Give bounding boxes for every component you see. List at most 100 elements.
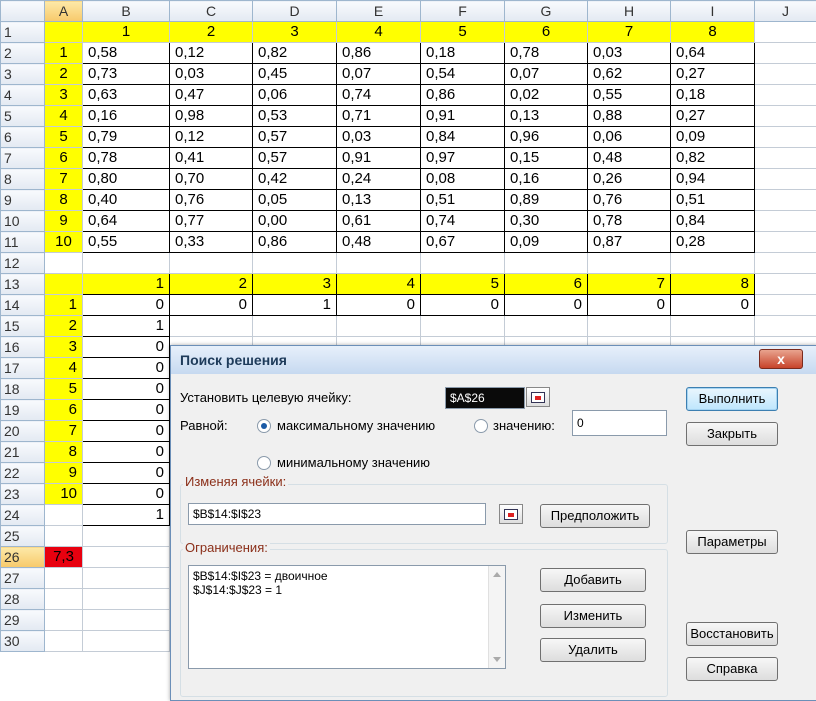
cell[interactable]: 7	[588, 274, 671, 295]
cell[interactable]: 8	[671, 22, 755, 43]
cell[interactable]: 6	[505, 274, 588, 295]
reset-button[interactable]: Восстановить	[686, 622, 778, 646]
cell[interactable]: 0,16	[83, 106, 170, 127]
cell[interactable]: 0,77	[170, 211, 253, 232]
row-header[interactable]: 9	[1, 190, 45, 211]
cell[interactable]	[588, 316, 671, 337]
cell[interactable]: 3	[45, 85, 83, 106]
cell[interactable]: 0,06	[253, 85, 337, 106]
cell[interactable]: 0,41	[170, 148, 253, 169]
row-header[interactable]: 24	[1, 505, 45, 526]
row-header[interactable]: 30	[1, 631, 45, 652]
cell[interactable]: 0,80	[83, 169, 170, 190]
cell[interactable]	[755, 274, 816, 295]
row-header[interactable]: 16	[1, 337, 45, 358]
cell[interactable]: 0,30	[505, 211, 588, 232]
max-radio[interactable]	[257, 419, 271, 433]
cell[interactable]: 0	[337, 295, 421, 316]
cell[interactable]: 8	[671, 274, 755, 295]
cell[interactable]: 0,27	[671, 106, 755, 127]
cell[interactable]: 5	[421, 22, 505, 43]
cell[interactable]: 0,73	[83, 64, 170, 85]
cell[interactable]	[588, 253, 671, 274]
cell[interactable]: 0	[83, 421, 170, 442]
row-header[interactable]: 18	[1, 379, 45, 400]
cell[interactable]: 8	[45, 190, 83, 211]
row-header[interactable]: 2	[1, 43, 45, 64]
constraint-item[interactable]: $J$14:$J$23 = 1	[193, 583, 501, 597]
row-header[interactable]: 10	[1, 211, 45, 232]
params-button[interactable]: Параметры	[686, 530, 778, 554]
cell[interactable]: 2	[170, 22, 253, 43]
row-header[interactable]: 28	[1, 589, 45, 610]
cell[interactable]: 0,18	[671, 85, 755, 106]
cell[interactable]: 0,15	[505, 148, 588, 169]
row-header[interactable]: 14	[1, 295, 45, 316]
cell[interactable]: 1	[253, 295, 337, 316]
cell[interactable]: 0,05	[253, 190, 337, 211]
scroll-up-icon[interactable]	[493, 572, 501, 577]
cell[interactable]	[83, 589, 170, 610]
cell[interactable]	[170, 253, 253, 274]
min-radio[interactable]	[257, 456, 271, 470]
scroll-down-icon[interactable]	[493, 657, 501, 662]
cell[interactable]	[83, 526, 170, 547]
constraints-list[interactable]: $B$14:$I$23 = двоичное $J$14:$J$23 = 1	[188, 565, 506, 669]
cell[interactable]: 0,91	[421, 106, 505, 127]
cell[interactable]: 0,54	[421, 64, 505, 85]
cell[interactable]: 0,55	[83, 232, 170, 253]
cell[interactable]: 0,03	[170, 64, 253, 85]
cell[interactable]: 0,86	[421, 85, 505, 106]
cell[interactable]	[83, 253, 170, 274]
cell[interactable]: 0,51	[671, 190, 755, 211]
cell[interactable]	[83, 568, 170, 589]
column-header[interactable]: J	[755, 1, 816, 22]
cell[interactable]	[45, 631, 83, 652]
cell[interactable]: 0,64	[671, 43, 755, 64]
cell[interactable]: 4	[45, 106, 83, 127]
cell[interactable]: 0	[421, 295, 505, 316]
cell[interactable]	[755, 148, 816, 169]
cell[interactable]: 0,97	[421, 148, 505, 169]
select-all-corner[interactable]	[1, 1, 45, 22]
cell[interactable]: 0,76	[588, 190, 671, 211]
cell[interactable]: 0,06	[588, 127, 671, 148]
row-header[interactable]: 27	[1, 568, 45, 589]
row-header[interactable]: 5	[1, 106, 45, 127]
cell[interactable]	[755, 106, 816, 127]
cell[interactable]	[83, 547, 170, 568]
cell[interactable]: 1	[45, 295, 83, 316]
cell[interactable]: 7	[45, 169, 83, 190]
cell[interactable]: 0,13	[337, 190, 421, 211]
cell[interactable]: 0	[83, 463, 170, 484]
cell[interactable]: 1	[83, 505, 170, 526]
cell[interactable]: 0,62	[588, 64, 671, 85]
cell[interactable]: 0,64	[83, 211, 170, 232]
cell[interactable]: 0,71	[337, 106, 421, 127]
row-header[interactable]: 15	[1, 316, 45, 337]
dialog-titlebar[interactable]: Поиск решения x	[171, 346, 816, 374]
cell[interactable]: 0,61	[337, 211, 421, 232]
cell[interactable]: 10	[45, 232, 83, 253]
cell[interactable]	[170, 316, 253, 337]
cell[interactable]: 5	[45, 379, 83, 400]
cell[interactable]: 0,40	[83, 190, 170, 211]
cell[interactable]	[755, 22, 816, 43]
row-header[interactable]: 12	[1, 253, 45, 274]
cell[interactable]: 0,02	[505, 85, 588, 106]
cell[interactable]: 2	[45, 64, 83, 85]
cell[interactable]	[421, 253, 505, 274]
changing-collapse-icon[interactable]	[499, 504, 523, 524]
cell[interactable]: 0,12	[170, 43, 253, 64]
cell[interactable]: 0,87	[588, 232, 671, 253]
cell[interactable]: 3	[45, 337, 83, 358]
cell[interactable]: 7	[45, 421, 83, 442]
row-header[interactable]: 8	[1, 169, 45, 190]
row-header[interactable]: 17	[1, 358, 45, 379]
cell[interactable]: 0,88	[588, 106, 671, 127]
cell[interactable]: 0,09	[671, 127, 755, 148]
cell[interactable]: 0,57	[253, 148, 337, 169]
cell[interactable]: 0,51	[421, 190, 505, 211]
cell[interactable]	[755, 169, 816, 190]
cell[interactable]: 0,45	[253, 64, 337, 85]
